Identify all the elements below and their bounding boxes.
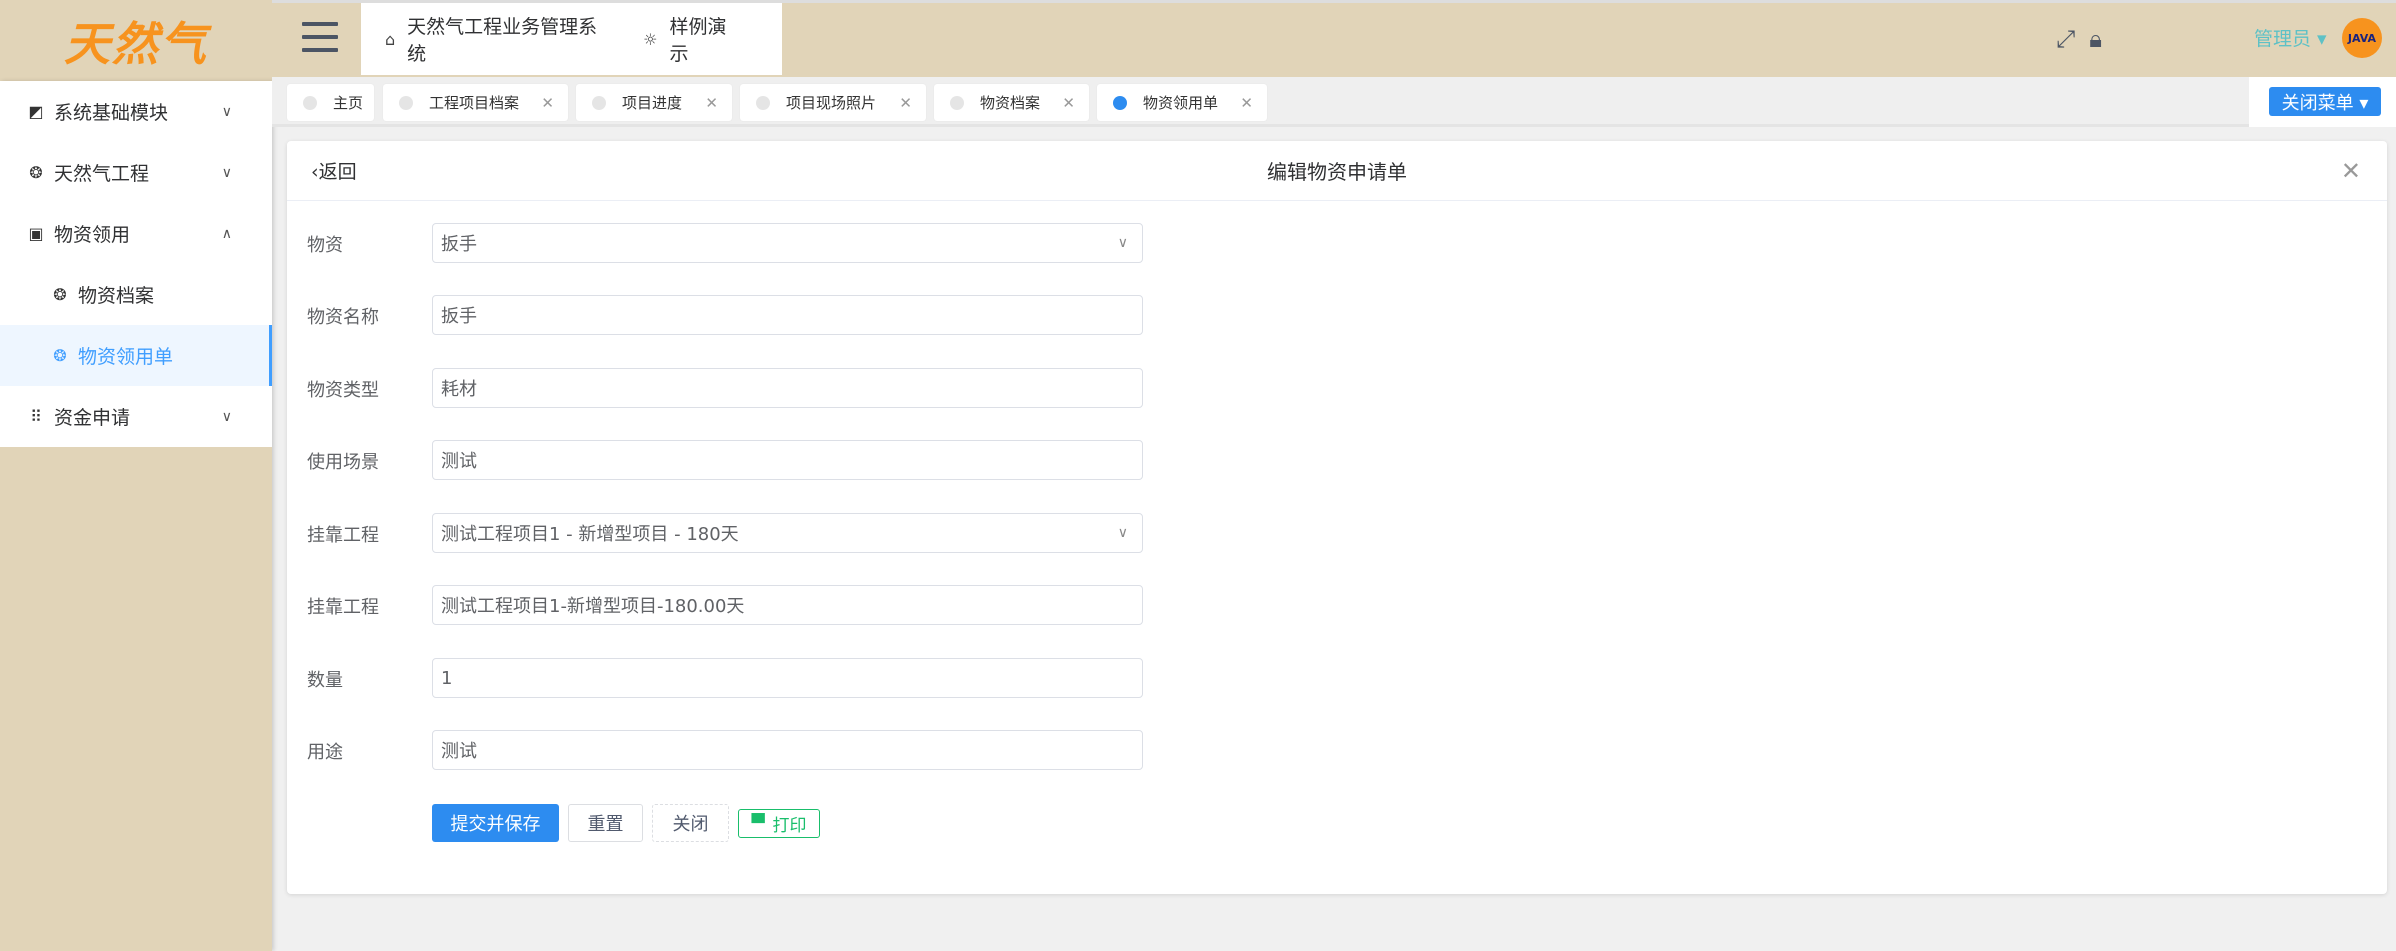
- sidebar-item-material[interactable]: ▣ 物资领用 ∧: [0, 203, 272, 264]
- quantity-input[interactable]: 1: [432, 658, 1143, 698]
- chevron-down-icon: ∨: [221, 164, 232, 181]
- tab-label: 项目现场照片: [786, 94, 877, 112]
- tab-label: 项目进度: [622, 94, 683, 112]
- label: 资金申请: [54, 407, 131, 429]
- print-button[interactable]: ▀ 打印: [738, 809, 820, 838]
- field-label: 使用场景: [307, 452, 379, 473]
- card-header: ‹返回 编辑物资申请单 ✕: [287, 141, 2387, 201]
- value: 测试工程项目1-新增型项目-180.00天: [441, 596, 745, 617]
- value: 测试: [441, 451, 477, 472]
- tab-home[interactable]: 主页: [287, 84, 374, 121]
- close-button[interactable]: 关闭: [652, 804, 729, 842]
- tab-dot: [756, 95, 770, 110]
- sidebar: ◩ 系统基础模块 ∨ ❂ 天然气工程 ∨ ▣ 物资领用 ∧ ❂ 物资档案 ❂ 物资领用单 ⠿ 资金…: [0, 81, 272, 951]
- top-nav: ⌂ 天然气工程业务管理系统 ☼ 样例演示: [361, 3, 782, 75]
- tab-dot: [303, 95, 317, 110]
- sidebar-item-material-archive[interactable]: ❂ 物资档案: [0, 264, 272, 325]
- submit-save-button[interactable]: 提交并保存: [432, 804, 559, 842]
- logo: 天然气: [0, 0, 272, 81]
- close-icon[interactable]: ✕: [1240, 94, 1253, 112]
- avatar[interactable]: JAVA: [2342, 18, 2382, 58]
- tab-dot: [592, 95, 606, 110]
- value: 耗材: [441, 379, 477, 400]
- download-box-icon: ▣: [28, 224, 44, 243]
- label: 物资领用: [54, 224, 131, 246]
- tab-dot: [950, 95, 964, 110]
- print-label: 打印: [772, 816, 807, 836]
- project-input[interactable]: 测试工程项目1-新增型项目-180.00天: [432, 585, 1143, 625]
- chevron-up-icon: ∧: [221, 225, 232, 242]
- tab-dot: [399, 95, 413, 110]
- chevron-down-icon: ∨: [221, 103, 232, 120]
- field-label: 挂靠工程: [307, 597, 379, 618]
- sidebar-item-material-requisition[interactable]: ❂ 物资领用单: [0, 325, 272, 386]
- top-header: [0, 0, 2396, 77]
- aperture-icon: ❂: [53, 346, 67, 365]
- reset-button[interactable]: 重置: [568, 804, 643, 842]
- tab-project-progress[interactable]: 项目进度 ✕: [576, 84, 732, 121]
- lock-icon[interactable]: 🔒︎: [2089, 25, 2102, 53]
- field-label: 物资类型: [307, 380, 379, 401]
- sidebar-item-funding[interactable]: ⠿ 资金申请 ∨: [0, 386, 272, 447]
- fullscreen-icon[interactable]: ⤢: [2056, 25, 2075, 53]
- label: 天然气工程: [54, 163, 150, 185]
- close-menu-button[interactable]: 关闭菜单 ▾: [2269, 87, 2381, 116]
- field-label: 数量: [307, 670, 343, 691]
- aperture-icon: ❂: [29, 163, 43, 182]
- nav-demo-label: 样例演示: [669, 16, 727, 65]
- close-icon[interactable]: ✕: [1062, 94, 1075, 112]
- value: 测试: [441, 741, 477, 762]
- close-icon[interactable]: ✕: [899, 94, 912, 112]
- grid-icon: ⠿: [30, 407, 42, 426]
- value: 1: [441, 667, 453, 689]
- tab-label: 工程项目档案: [429, 94, 520, 112]
- chart-icon: ◩: [28, 102, 44, 121]
- label: 系统基础模块: [54, 102, 169, 124]
- aperture-icon: ❂: [53, 285, 67, 304]
- printer-icon: ▀: [751, 813, 765, 834]
- bulb-icon: ☼: [643, 29, 658, 49]
- label: 物资领用单: [78, 346, 174, 368]
- project-select[interactable]: 测试工程项目1 - 新增型项目 - 180天 ∨: [432, 513, 1143, 553]
- tab-label: 物资领用单: [1143, 94, 1219, 112]
- tab-site-photos[interactable]: 项目现场照片 ✕: [740, 84, 926, 121]
- tabs-bar: 主页 工程项目档案 ✕ 项目进度 ✕ 项目现场照片 ✕ 物资档案 ✕ 物资领用单 ✕: [272, 77, 2396, 127]
- value: 扳手: [441, 234, 477, 255]
- field-label: 挂靠工程: [307, 525, 379, 546]
- tab-material-archive[interactable]: 物资档案 ✕: [934, 84, 1089, 121]
- chevron-down-icon: ∨: [1117, 525, 1128, 541]
- close-icon[interactable]: ✕: [705, 94, 718, 112]
- user-dropdown[interactable]: 管理员 ▾: [2254, 24, 2327, 51]
- close-icon[interactable]: ✕: [2341, 157, 2361, 185]
- tab-label: 物资档案: [980, 94, 1041, 112]
- chevron-down-icon: ∨: [221, 408, 232, 425]
- value: 扳手: [441, 306, 477, 327]
- tab-material-requisition[interactable]: 物资领用单 ✕: [1097, 84, 1267, 121]
- field-label: 用途: [307, 742, 343, 763]
- material-type-input[interactable]: 耗材: [432, 368, 1143, 408]
- sidebar-item-gas-project[interactable]: ❂ 天然气工程 ∨: [0, 142, 272, 203]
- close-icon[interactable]: ✕: [541, 94, 554, 112]
- tab-dot: [1113, 95, 1127, 110]
- menu-toggle-icon[interactable]: [302, 22, 338, 52]
- label: 物资档案: [78, 285, 155, 307]
- material-select[interactable]: 扳手 ∨: [432, 223, 1143, 263]
- chevron-down-icon: ∨: [1117, 235, 1128, 251]
- tab-label: 主页: [333, 94, 364, 112]
- usage-scene-input[interactable]: 测试: [432, 440, 1143, 480]
- purpose-input[interactable]: 测试: [432, 730, 1143, 770]
- value: 测试工程项目1 - 新增型项目 - 180天: [441, 524, 739, 545]
- tab-project-archive[interactable]: 工程项目档案 ✕: [383, 84, 568, 121]
- field-label: 物资: [307, 235, 343, 256]
- nav-home-label: 天然气工程业务管理系统: [407, 16, 598, 65]
- field-label: 物资名称: [307, 307, 379, 328]
- page-title: 编辑物资申请单: [1267, 160, 1407, 184]
- nav-home[interactable]: ⌂ 天然气工程业务管理系统: [385, 12, 599, 66]
- sidebar-item-system[interactable]: ◩ 系统基础模块 ∨: [0, 81, 272, 142]
- nav-demo[interactable]: ☼ 样例演示: [643, 12, 738, 66]
- header-tools: ⤢ 🔒︎: [2056, 25, 2102, 53]
- material-name-input[interactable]: 扳手: [432, 295, 1143, 335]
- home-icon: ⌂: [385, 29, 396, 49]
